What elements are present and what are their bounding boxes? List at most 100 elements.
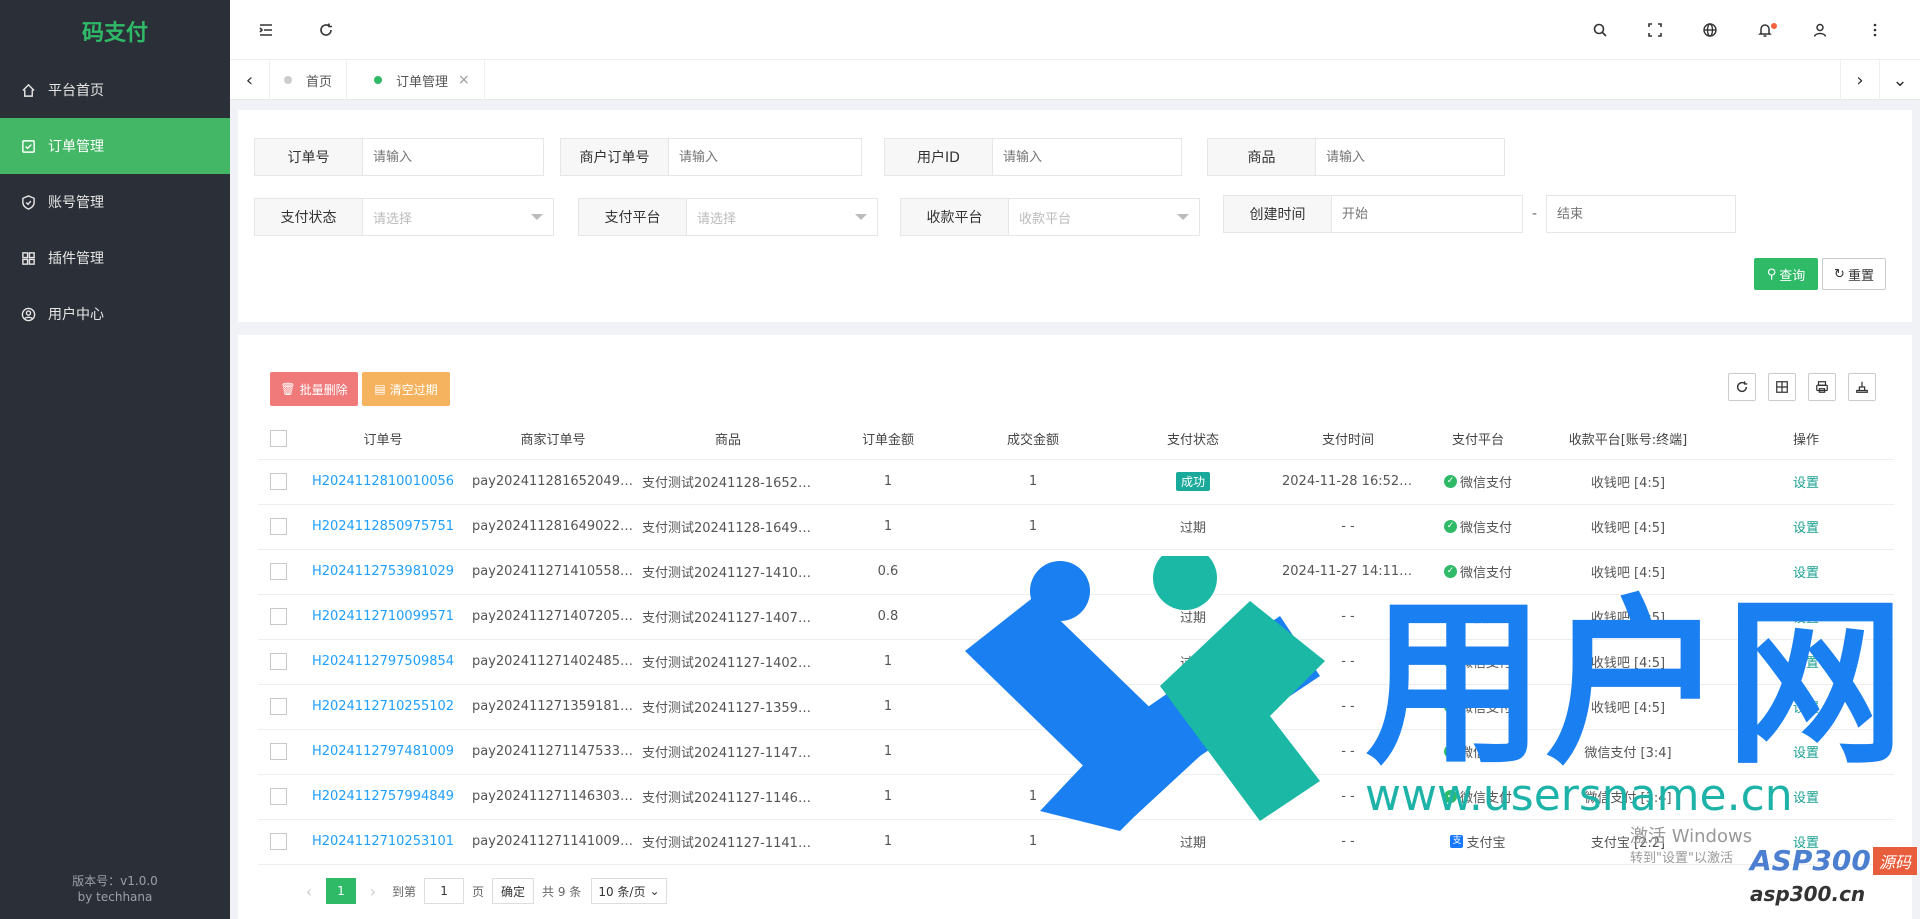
receive-platform-cell: 收钱吧 [4:5] xyxy=(1538,549,1718,595)
batch-delete-button[interactable]: 🗑 批量删除 xyxy=(270,372,358,406)
menu-fold-icon[interactable] xyxy=(256,20,276,40)
settings-link[interactable]: 设置 xyxy=(1793,611,1819,626)
prev-page-icon[interactable]: ‹ xyxy=(298,882,320,901)
receive-platform-select[interactable]: 收款平台 xyxy=(1009,199,1199,235)
clear-expired-button[interactable]: ▤ 清空过期 xyxy=(362,372,450,406)
order-no-link[interactable]: H2024112757994849 xyxy=(312,789,454,804)
select-placeholder: 请选择 xyxy=(373,211,413,227)
next-page-icon[interactable]: › xyxy=(362,882,384,901)
row-checkbox[interactable] xyxy=(269,653,287,670)
settings-link[interactable]: 设置 xyxy=(1793,746,1819,761)
order-no-input[interactable] xyxy=(363,139,543,175)
order-no-link[interactable]: H2024112810010056 xyxy=(312,474,454,489)
status-cell xyxy=(1108,774,1278,820)
amount-cell: 1 xyxy=(818,774,958,820)
column-header: 支付时间 xyxy=(1278,418,1418,460)
field-label: 商品 xyxy=(1208,139,1316,175)
row-checkbox[interactable] xyxy=(269,563,287,580)
settings-link[interactable]: 设置 xyxy=(1793,566,1819,581)
current-page-button[interactable]: 1 xyxy=(326,878,356,904)
deal-amount-cell: 1 xyxy=(958,639,1108,685)
row-checkbox[interactable] xyxy=(269,743,287,760)
sidebar-item-accounts[interactable]: 账号管理 xyxy=(0,174,230,230)
sidebar-item-user-center[interactable]: 用户中心 xyxy=(0,286,230,342)
version-number: 版本号：v1.0.0 xyxy=(72,874,158,888)
product-cell: 支付测试20241127-114630 xyxy=(638,774,818,820)
tabs-scroll-right-icon[interactable]: › xyxy=(1840,60,1880,100)
page-size-select[interactable]: 10 条/页 ⌄ xyxy=(591,878,667,904)
amount-cell: 1 xyxy=(818,684,958,730)
sidebar-item-dashboard[interactable]: 平台首页 xyxy=(0,62,230,118)
settings-link[interactable]: 设置 xyxy=(1793,521,1819,536)
close-icon[interactable]: × xyxy=(458,72,470,88)
page-jump-input[interactable]: 1 xyxy=(424,878,465,904)
columns-icon[interactable] xyxy=(1768,373,1796,401)
row-checkbox-cell xyxy=(258,639,298,685)
activate-windows-notice: 激活 Windows 转到"设置"以激活 xyxy=(1630,826,1752,870)
bell-icon[interactable] xyxy=(1755,20,1777,40)
page-confirm-button[interactable]: 确定 xyxy=(492,878,535,904)
fullscreen-icon[interactable] xyxy=(1645,20,1665,40)
select-all-checkbox[interactable] xyxy=(269,429,287,447)
column-header: 收款平台[账号:终端] xyxy=(1538,418,1718,460)
status-cell: 过期 xyxy=(1108,594,1278,640)
order-no-link[interactable]: H2024112710253101 xyxy=(312,834,454,849)
settings-link[interactable]: 设置 xyxy=(1793,701,1819,716)
settings-link[interactable]: 设置 xyxy=(1793,656,1819,671)
merchant-order-cell: pay20241127141055831 xyxy=(468,549,638,595)
wechat-pay-icon: ✓ xyxy=(1443,745,1457,758)
row-checkbox[interactable] xyxy=(269,833,287,850)
platform-name: 微信支付 xyxy=(1459,476,1512,491)
row-checkbox[interactable] xyxy=(269,608,287,625)
tab-home[interactable]: 首页 xyxy=(270,60,348,100)
platform-cell: ✓ 微信支付 xyxy=(1418,504,1538,550)
table-row: H2024112797481009 pay20241127114753358 支付测… xyxy=(258,729,1894,775)
wechat-pay-icon: ✓ xyxy=(1443,475,1457,488)
search-icon[interactable] xyxy=(1590,20,1610,40)
pay-time-cell: 2024-11-28 16:52:55 xyxy=(1278,459,1418,505)
order-no-link[interactable]: H2024112710099571 xyxy=(312,609,454,624)
row-checkbox[interactable] xyxy=(269,518,287,535)
reset-button[interactable]: ↻ 重置 xyxy=(1822,258,1886,290)
user-icon[interactable] xyxy=(1810,20,1830,40)
product-input[interactable] xyxy=(1316,139,1504,175)
refresh-icon[interactable] xyxy=(1728,373,1756,401)
sidebar-item-plugins[interactable]: 插件管理 xyxy=(0,230,230,286)
sidebar-item-label: 订单管理 xyxy=(48,139,104,155)
chevron-down-icon[interactable]: ⌄ xyxy=(1880,60,1920,100)
more-vertical-icon[interactable] xyxy=(1865,20,1885,40)
order-no-link[interactable]: H2024112753981029 xyxy=(312,564,454,579)
row-checkbox[interactable] xyxy=(269,788,287,805)
row-checkbox[interactable] xyxy=(269,698,287,715)
sidebar-item-orders[interactable]: 订单管理 xyxy=(0,118,230,174)
order-no-link[interactable]: H2024112710255102 xyxy=(312,699,454,714)
tab-orders[interactable]: 订单管理 × xyxy=(360,60,485,100)
settings-link[interactable]: 设置 xyxy=(1793,476,1819,491)
pay-platform-select[interactable]: 请选择 xyxy=(687,199,877,235)
merchant-order-no-input[interactable] xyxy=(669,139,861,175)
platform-label: ✓ 微信支付 xyxy=(1443,652,1512,671)
order-no-link[interactable]: H2024112797481009 xyxy=(312,744,454,759)
tabs-scroll-left-icon[interactable]: ‹ xyxy=(230,60,270,100)
tab-dot xyxy=(374,76,382,84)
create-time-start-input[interactable] xyxy=(1332,196,1522,232)
platform-cell: 支支付宝 xyxy=(1418,819,1538,865)
date-range-separator: - xyxy=(1532,206,1538,222)
amount-cell: 1 xyxy=(818,729,958,775)
status-text: 过期 xyxy=(1179,611,1206,626)
refresh-icon[interactable] xyxy=(316,20,336,40)
trash-icon: 🗑 xyxy=(280,382,296,396)
settings-link[interactable]: 设置 xyxy=(1793,791,1819,806)
row-checkbox[interactable] xyxy=(269,473,287,490)
pay-status-select[interactable]: 请选择 xyxy=(363,199,553,235)
print-icon[interactable] xyxy=(1808,373,1836,401)
user-id-input[interactable] xyxy=(993,139,1181,175)
order-no-link[interactable]: H2024112850975751 xyxy=(312,519,454,534)
platform-cell: ✓ 微信支付 xyxy=(1418,639,1538,685)
export-icon[interactable] xyxy=(1848,373,1876,401)
globe-icon[interactable] xyxy=(1700,20,1720,40)
create-time-end-input[interactable] xyxy=(1547,196,1735,232)
query-button[interactable]: ⚲ 查询 xyxy=(1754,258,1818,290)
asp-badge: ASP300 源码 xyxy=(1750,844,1917,877)
order-no-link[interactable]: H2024112797509854 xyxy=(312,654,454,669)
